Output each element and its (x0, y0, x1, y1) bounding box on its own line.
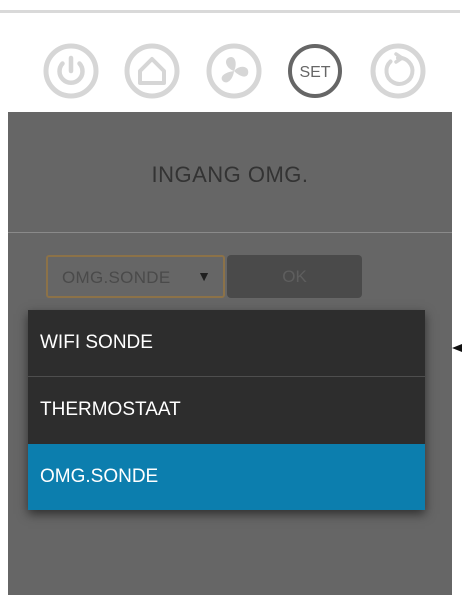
reset-button[interactable] (369, 42, 427, 100)
power-icon (43, 43, 99, 99)
dropdown-arrow-icon: ▼ (197, 268, 211, 284)
set-button[interactable]: SET (286, 42, 344, 100)
set-icon: SET (288, 44, 342, 98)
option-wifi-sonde[interactable]: WIFI SONDE (28, 310, 425, 376)
toolbar: SET (0, 0, 466, 110)
home-button[interactable] (123, 42, 181, 100)
option-label: WIFI SONDE (40, 332, 153, 353)
power-button[interactable] (42, 42, 100, 100)
panel-divider (8, 232, 452, 233)
home-icon (124, 43, 180, 99)
select-value: OMG.SONDE (62, 268, 171, 287)
option-label: THERMOSTAAT (40, 399, 181, 420)
option-thermostaat[interactable]: THERMOSTAAT (28, 377, 425, 443)
set-label: SET (299, 64, 330, 81)
fan-button[interactable] (205, 42, 263, 100)
option-label: OMG.SONDE (40, 466, 159, 487)
pointer-arrow-icon (452, 344, 462, 352)
input-select[interactable]: OMG.SONDE ▼ (46, 255, 225, 298)
option-omg-sonde-selected[interactable]: OMG.SONDE (28, 444, 425, 510)
ok-button[interactable]: OK (227, 255, 362, 298)
fan-icon (206, 43, 262, 99)
dropdown-list: WIFI SONDE THERMOSTAAT OMG.SONDE (28, 310, 425, 510)
panel-title: INGANG OMG. (151, 162, 309, 187)
refresh-icon (370, 43, 426, 99)
